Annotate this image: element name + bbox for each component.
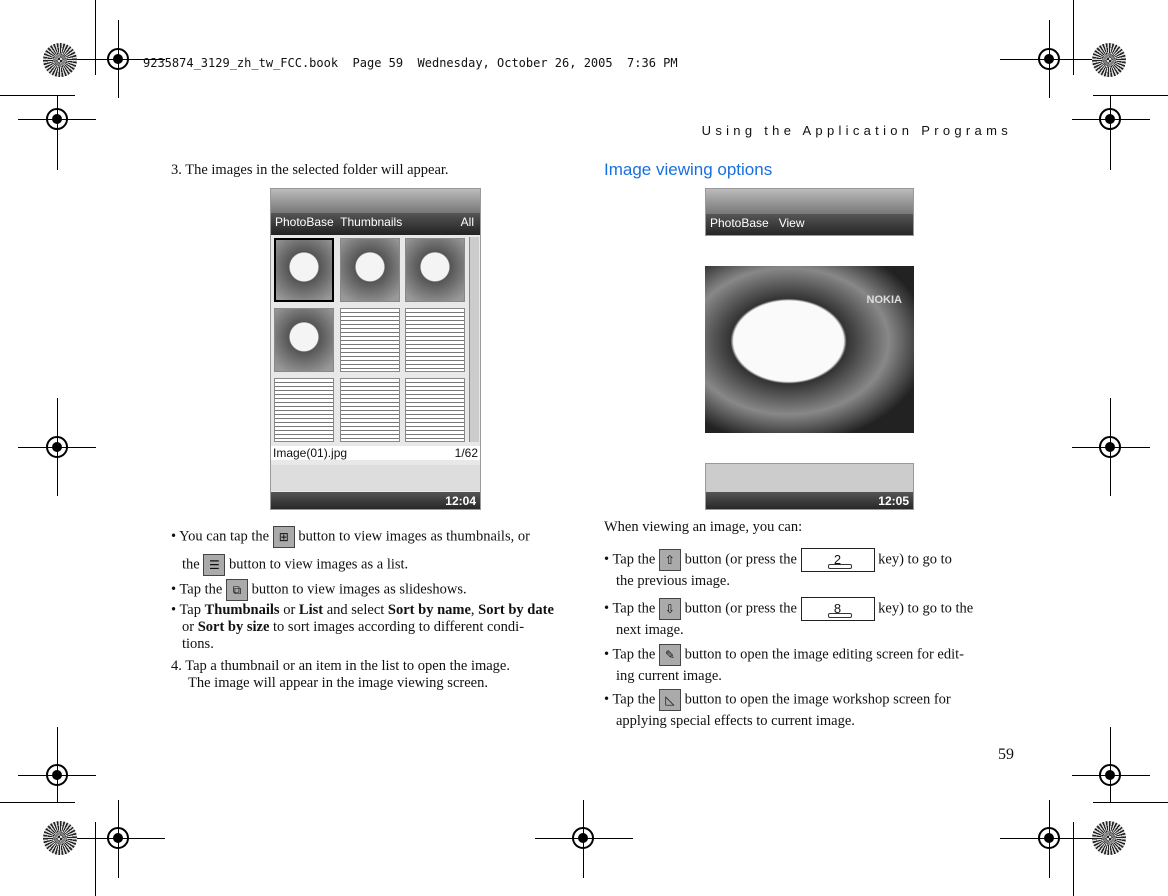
bullet-thumbnails: • You can tap the ⊞ button to view image… — [171, 526, 530, 576]
scrollbar — [469, 237, 479, 442]
thumbnails-screenshot: PhotoBase Thumbnails All Image(01).jpg 1/6… — [270, 188, 481, 510]
app-toolbar — [271, 189, 480, 213]
edit-pen-icon: ✎ — [658, 644, 681, 666]
intro-text: When viewing an image, you can: — [604, 519, 803, 535]
view-bottom-toolbar: 12:05 — [705, 463, 914, 510]
workshop-ruler-icon: ◺ — [658, 689, 681, 711]
book-file-tag: 9235874_3129_zh_tw_FCC.book Page 59 Wedn… — [143, 56, 678, 70]
next-arrow-icon: ⇩ — [658, 598, 681, 620]
previous-arrow-icon: ⇧ — [658, 549, 681, 571]
slideshow-icon: ⧉ — [225, 579, 248, 601]
section-heading: Image viewing options — [604, 160, 773, 179]
bullet-sort: • Tap Thumbnails or List and select Sort… — [171, 602, 554, 652]
bullet-workshop: • Tap the ◺ button to open the image wor… — [604, 689, 951, 730]
bullet-previous: • Tap the ⇧ button (or press the 2 key) … — [604, 548, 952, 590]
screenshot-title: PhotoBase Thumbnails All — [271, 213, 480, 235]
running-head: Using the Application Programs — [701, 123, 1012, 138]
bullet-next: • Tap the ⇩ button (or press the 8 key) … — [604, 597, 973, 639]
list-view-icon: ☰ — [203, 554, 226, 576]
step-4: 4. Tap a thumbnail or an item in the lis… — [171, 658, 510, 691]
key-2: 2 — [800, 548, 875, 572]
step-3: 3. The images in the selected folder wil… — [171, 162, 449, 178]
photo-screenshot: NOKIA — [705, 266, 914, 433]
bullet-slideshow: • Tap the ⧉ button to view images as sli… — [171, 579, 467, 601]
view-toolbar-screenshot: PhotoBase View — [705, 188, 914, 236]
key-8: 8 — [800, 597, 875, 621]
thumbnail-view-icon: ⊞ — [272, 526, 295, 548]
page-number: 59 — [998, 746, 1014, 763]
bullet-edit: • Tap the ✎ button to open the image edi… — [604, 644, 964, 685]
